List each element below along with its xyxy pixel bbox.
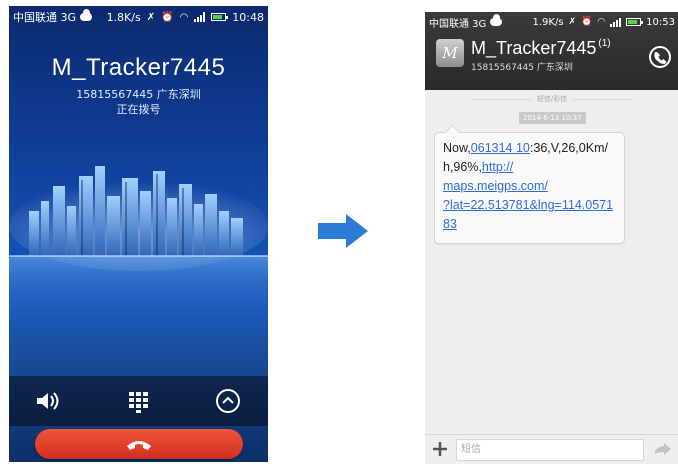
carrier-label: 中国联通 3G xyxy=(13,11,77,24)
speaker-button[interactable] xyxy=(31,386,61,416)
message-link[interactable]: ?lat=22.513781&lng=114.0571 xyxy=(443,198,613,212)
expand-up-icon xyxy=(216,389,240,413)
message-link[interactable]: http:// xyxy=(482,160,513,174)
clock-time: 10:48 xyxy=(232,10,264,24)
keypad-button[interactable] xyxy=(123,386,153,416)
carrier-label: 中国联通 3G xyxy=(429,18,487,30)
network-speed: 1.9K/s xyxy=(532,16,564,28)
message-text: Now, xyxy=(443,141,471,155)
status-bar: 中国联通 3G 1.9K/s ✗ ⏰ ◠ 10:53 xyxy=(425,12,678,32)
status-bar: 中国联通 3G 1.8K/s ✗ ⏰ ◠ 10:48 xyxy=(9,6,268,28)
message-line: maps.meigps.com/ xyxy=(443,177,616,196)
call-button[interactable] xyxy=(649,46,671,68)
contact-number-location: 15815567445 广东深圳 xyxy=(471,63,573,73)
call-screen: 中国联通 3G 1.8K/s ✗ ⏰ ◠ 10:48 M_Tracker7445… xyxy=(9,6,268,462)
cloud-icon xyxy=(490,14,503,26)
message-text: :36,V,26,0Km/ xyxy=(529,141,608,155)
message-text: h,96%, xyxy=(443,160,482,174)
city-skyline-image xyxy=(9,166,268,326)
send-icon[interactable] xyxy=(655,443,671,457)
message-line: Now,061314 10:36,V,26,0Km/ xyxy=(443,139,616,158)
keypad-icon xyxy=(129,392,148,413)
contact-name-text: M_Tracker7445 xyxy=(471,38,597,58)
speaker-icon xyxy=(37,392,59,410)
contact-name: M_Tracker7445 (1) xyxy=(471,38,611,59)
hangup-phone-icon xyxy=(127,441,151,450)
sms-header: 中国联通 3G 1.9K/s ✗ ⏰ ◠ 10:53 M M_Tracker74… xyxy=(425,12,678,90)
message-input[interactable]: 短信 xyxy=(456,439,644,461)
cloud-icon xyxy=(80,9,93,21)
arrow-right-icon xyxy=(318,214,368,248)
sms-screen: 中国联通 3G 1.9K/s ✗ ⏰ ◠ 10:53 M M_Tracker74… xyxy=(425,12,678,464)
mute-icon: ✗ xyxy=(146,11,156,23)
message-link[interactable]: maps.meigps.com/ xyxy=(443,179,548,193)
signal-icon xyxy=(194,12,206,22)
contact-avatar[interactable]: M xyxy=(436,39,464,67)
message-count: (1) xyxy=(598,38,611,49)
message-link[interactable]: 061314 10 xyxy=(471,141,530,155)
network-speed: 1.8K/s xyxy=(106,10,141,24)
battery-icon xyxy=(626,18,644,26)
message-line: ?lat=22.513781&lng=114.0571 xyxy=(443,196,616,215)
signal-icon xyxy=(610,17,622,27)
thread-type-label: 短信/彩信 xyxy=(425,94,678,104)
phone-icon xyxy=(654,52,667,64)
expand-button[interactable] xyxy=(213,386,243,416)
message-bubble[interactable]: Now,061314 10:36,V,26,0Km/ h,96%,http://… xyxy=(434,132,625,244)
clock-time: 10:53 xyxy=(646,16,675,28)
alarm-icon: ⏰ xyxy=(581,17,593,27)
end-call-button[interactable] xyxy=(35,429,243,459)
mute-icon: ✗ xyxy=(568,17,577,27)
message-link[interactable]: 83 xyxy=(443,217,457,231)
wifi-icon: ◠ xyxy=(597,17,606,27)
battery-icon xyxy=(211,13,229,21)
call-status: 正在拨号 xyxy=(116,103,161,116)
caller-name: M_Tracker7445 xyxy=(51,54,226,81)
add-attachment-icon[interactable] xyxy=(431,440,449,458)
wifi-icon: ◠ xyxy=(179,11,189,23)
compose-bar: 短信 xyxy=(425,434,678,464)
call-control-bar xyxy=(9,376,268,426)
message-line: 83 xyxy=(443,215,616,234)
message-date: 2014-6-13 10:37 xyxy=(519,112,586,124)
caller-number-location: 15815567445 广东深圳 xyxy=(76,88,201,101)
message-line: h,96%,http:// xyxy=(443,158,616,177)
alarm-icon: ⏰ xyxy=(161,11,174,23)
